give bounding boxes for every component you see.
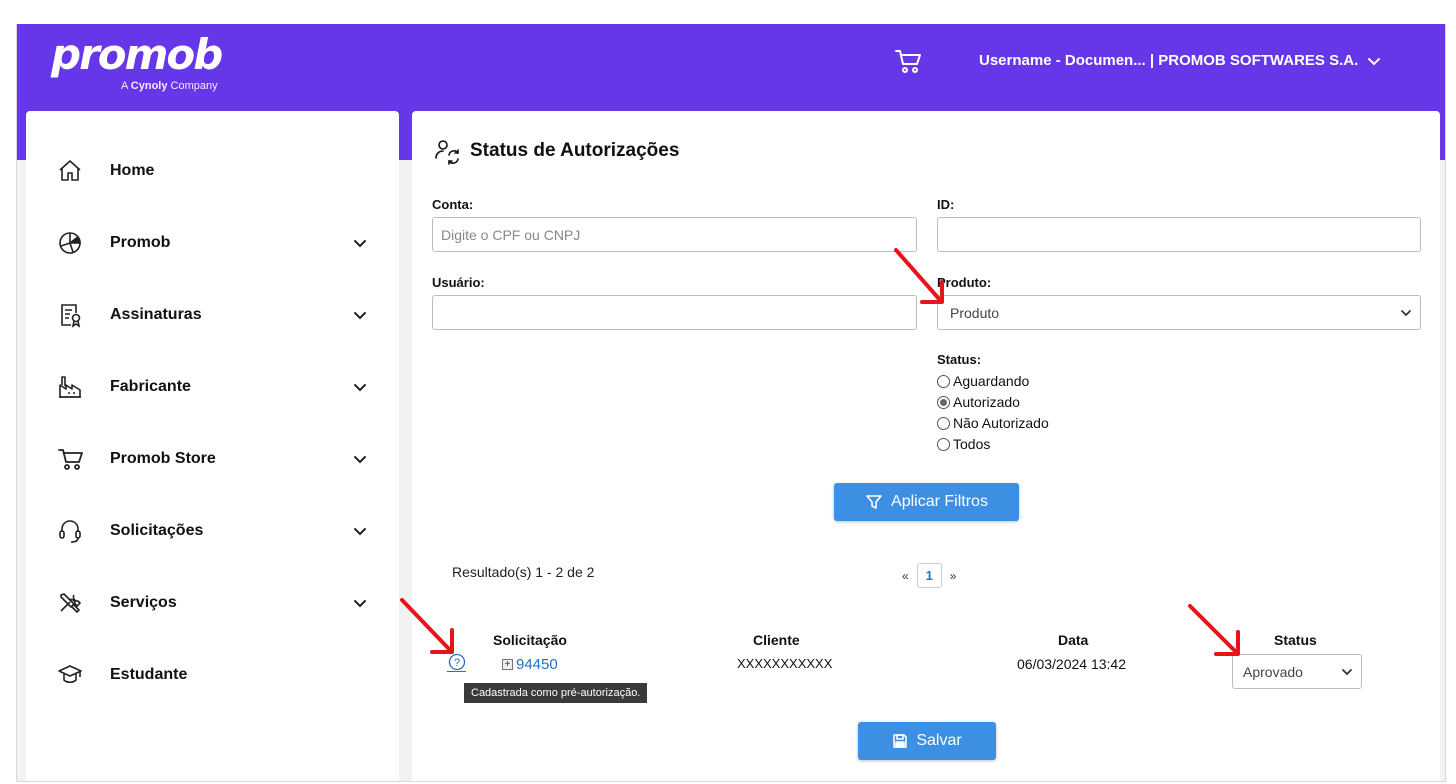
promob-logo[interactable]: promob A Cynoly Company	[51, 30, 223, 93]
main-panel: Status de Autorizações Conta: ID: Usuári…	[412, 111, 1440, 781]
status-label: Status:	[937, 352, 982, 367]
status-option-todos[interactable]: Todos	[937, 436, 990, 452]
column-header-cliente: Cliente	[753, 632, 800, 648]
user-refresh-icon	[435, 140, 459, 165]
chevron-down-icon	[1401, 310, 1411, 317]
apply-filters-button[interactable]: Aplicar Filtros	[834, 483, 1019, 521]
status-option-autorizado[interactable]: Autorizado	[937, 394, 1020, 410]
column-header-status: Status	[1274, 632, 1317, 648]
data-cell: 06/03/2024 13:42	[1017, 656, 1126, 672]
chevron-down-icon	[1342, 669, 1352, 676]
sidebar-item-label: Fabricante	[110, 378, 191, 395]
sidebar-item-promob-store[interactable]: Promob Store	[26, 434, 399, 484]
sidebar-item-servicos[interactable]: Serviços	[26, 578, 399, 628]
chevron-down-icon	[354, 528, 366, 536]
headset-icon	[59, 520, 81, 543]
user-menu[interactable]: Username - Documen... | PROMOB SOFTWARES…	[979, 52, 1382, 69]
sidebar: Home Promob Assinaturas Fabricante Promo…	[26, 111, 399, 781]
cart-icon[interactable]	[893, 46, 923, 76]
conta-label: Conta:	[432, 197, 474, 212]
status-select[interactable]: Aprovado	[1232, 654, 1362, 689]
sidebar-item-label: Home	[110, 162, 155, 179]
radio-label: Aguardando	[953, 373, 1030, 389]
chevron-down-icon	[354, 240, 366, 248]
cart-icon	[58, 449, 83, 470]
sidebar-item-label: Estudante	[110, 666, 188, 683]
sidebar-item-label: Solicitações	[110, 522, 204, 539]
pager-page-current[interactable]: 1	[916, 563, 942, 588]
factory-icon	[59, 376, 81, 398]
home-icon	[59, 160, 81, 181]
sidebar-item-fabricante[interactable]: Fabricante	[26, 362, 399, 412]
column-header-data: Data	[1058, 632, 1089, 648]
apply-filters-label: Aplicar Filtros	[891, 493, 988, 510]
radio-button[interactable]	[937, 437, 950, 451]
save-button[interactable]: Salvar	[858, 722, 996, 760]
table-row: + 94450	[502, 656, 558, 673]
produto-label: Produto:	[937, 275, 992, 290]
pager-prev[interactable]: «	[902, 569, 909, 583]
help-glyph: ?	[454, 657, 460, 669]
logo-tagline-suffix: Company	[170, 80, 218, 92]
sidebar-item-label: Serviços	[110, 594, 177, 611]
filter-icon	[866, 495, 882, 509]
sidebar-item-solicitacoes[interactable]: Solicitações	[26, 506, 399, 556]
cliente-cell: XXXXXXXXXXX	[737, 656, 833, 671]
results-summary: Resultado(s) 1 - 2 de 2	[452, 564, 595, 580]
sidebar-item-label: Promob	[110, 234, 171, 251]
radio-button[interactable]	[937, 416, 950, 430]
logo-tagline: A Cynoly Company	[121, 80, 218, 92]
status-select-value: Aprovado	[1243, 663, 1303, 680]
radio-label: Não Autorizado	[953, 415, 1049, 431]
logo-tagline-brand: Cynoly	[130, 80, 168, 92]
status-option-aguardando[interactable]: Aguardando	[937, 373, 1029, 389]
app-frame: promob A Cynoly Company Username - Docum…	[16, 24, 1446, 782]
chevron-down-icon	[354, 312, 366, 320]
logo-wordmark: promob	[51, 30, 223, 79]
pager-next[interactable]: »	[950, 569, 957, 583]
radio-button-selected[interactable]	[937, 395, 950, 409]
chevron-down-icon	[354, 384, 366, 392]
user-menu-label: Username - Documen... | PROMOB SOFTWARES…	[979, 52, 1359, 69]
logo-tagline-prefix: A	[121, 80, 128, 92]
radio-button[interactable]	[937, 374, 950, 388]
usuario-input[interactable]	[432, 295, 917, 330]
usuario-label: Usuário:	[432, 275, 485, 290]
pagination: « 1 »	[902, 563, 956, 588]
id-label: ID:	[937, 197, 955, 212]
sidebar-item-assinaturas[interactable]: Assinaturas	[26, 290, 399, 340]
question-circle-icon[interactable]: ?	[448, 653, 466, 671]
column-header-solicitacao: Solicitação	[493, 632, 567, 648]
radio-label: Todos	[953, 436, 991, 452]
chevron-down-icon	[1368, 57, 1381, 65]
solicitacao-link[interactable]: 94450	[516, 656, 558, 673]
sidebar-item-home[interactable]: Home	[26, 146, 399, 196]
tooltip: Cadastrada como pré-autorização.	[464, 683, 648, 703]
graduation-cap-icon	[58, 665, 82, 684]
conta-input[interactable]	[432, 217, 917, 252]
sidebar-item-label: Assinaturas	[110, 306, 202, 323]
produto-select-value: Produto	[950, 304, 1000, 321]
produto-select[interactable]: Produto	[937, 295, 1421, 330]
tools-icon	[60, 593, 81, 613]
chevron-down-icon	[354, 456, 366, 464]
sidebar-item-label: Promob Store	[110, 450, 216, 467]
floppy-disk-icon	[893, 734, 908, 748]
status-option-nao-autorizado[interactable]: Não Autorizado	[937, 415, 1049, 431]
id-input[interactable]	[937, 217, 1421, 252]
promob-icon	[59, 232, 81, 254]
radio-label: Autorizado	[953, 394, 1020, 410]
page-header: Status de Autorizações	[432, 136, 679, 166]
sidebar-item-promob[interactable]: Promob	[26, 218, 399, 268]
page-title: Status de Autorizações	[470, 140, 680, 161]
chevron-down-icon	[354, 600, 366, 608]
help-link-underline	[447, 671, 466, 672]
certificate-icon	[61, 304, 81, 328]
expand-plus-icon[interactable]: +	[502, 659, 513, 670]
save-label: Salvar	[916, 732, 962, 749]
sidebar-item-estudante[interactable]: Estudante	[26, 650, 399, 700]
